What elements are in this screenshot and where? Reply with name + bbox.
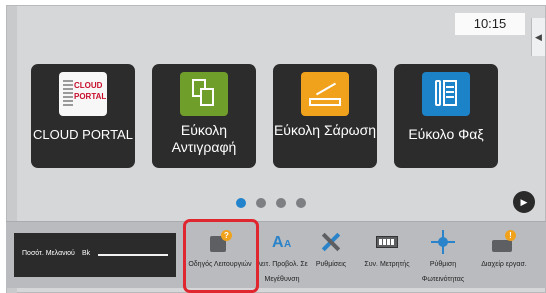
function-label: Διαχείρ εργασ.: [481, 261, 527, 268]
function-label: Συν. Μετρητής: [364, 261, 410, 268]
page-dot[interactable]: [256, 198, 266, 208]
highlight-frame: [183, 219, 259, 293]
copy-icon: [180, 72, 228, 116]
total-count-icon: [375, 230, 399, 252]
function-label: Ρυθμίσεις: [315, 261, 347, 268]
page-dot[interactable]: [236, 198, 246, 208]
page-indicator: [236, 195, 316, 213]
page-dot[interactable]: [276, 198, 286, 208]
scan-icon: [301, 72, 349, 116]
job-status-button[interactable]: ! Διαχείρ εργασ.: [476, 224, 532, 286]
app-easy-scan[interactable]: Εύκολη Σάρωση: [273, 64, 377, 168]
clock: 10:15: [455, 13, 525, 35]
toner-color-label: Bk: [82, 250, 91, 257]
brightness-adjustment-button[interactable]: Ρύθμιση Φωτεινότητας: [415, 224, 471, 286]
enlarged-display-button[interactable]: A A Λειτ. Προβολ. Σε Μεγέθυνση: [254, 224, 310, 286]
settings-tools-icon: [319, 230, 343, 252]
app-label: Εύκολη Αντιγραφή: [171, 122, 237, 155]
app-easy-fax[interactable]: Εύκολο Φαξ: [394, 64, 498, 168]
cloud-portal-icon: CLOUD PORTAL: [59, 72, 107, 116]
settings-button[interactable]: Ρυθμίσεις: [303, 224, 359, 286]
brightness-icon: [431, 230, 455, 254]
app-label: Εύκολη Σάρωση: [273, 122, 377, 138]
cloud-portal-logo-line-2: PORTAL: [74, 92, 107, 101]
app-easy-copy[interactable]: Εύκολη Αντιγραφή: [152, 64, 256, 168]
toner-level-panel: Ποσότ. Μελανιού Bk: [14, 233, 176, 277]
app-cloud-portal[interactable]: CLOUD PORTAL CLOUD PORTAL: [31, 64, 135, 168]
toner-level-bar: [98, 254, 168, 256]
function-label: Ρύθμιση Φωτεινότητας: [421, 261, 465, 283]
total-count-button[interactable]: Συν. Μετρητής: [359, 224, 415, 286]
cloud-portal-logo-line-1: CLOUD: [74, 81, 103, 90]
app-label: CLOUD PORTAL: [33, 127, 133, 142]
toner-label: Ποσότ. Μελανιού: [22, 250, 75, 257]
fax-icon: [422, 72, 470, 116]
job-status-icon: !: [492, 230, 516, 252]
page-dot[interactable]: [296, 198, 306, 208]
side-panel-handle-icon[interactable]: ◀: [531, 18, 545, 56]
app-label: Εύκολο Φαξ: [408, 126, 484, 142]
enlarged-display-icon: A A: [272, 234, 292, 251]
next-page-button[interactable]: ▶: [513, 191, 535, 213]
